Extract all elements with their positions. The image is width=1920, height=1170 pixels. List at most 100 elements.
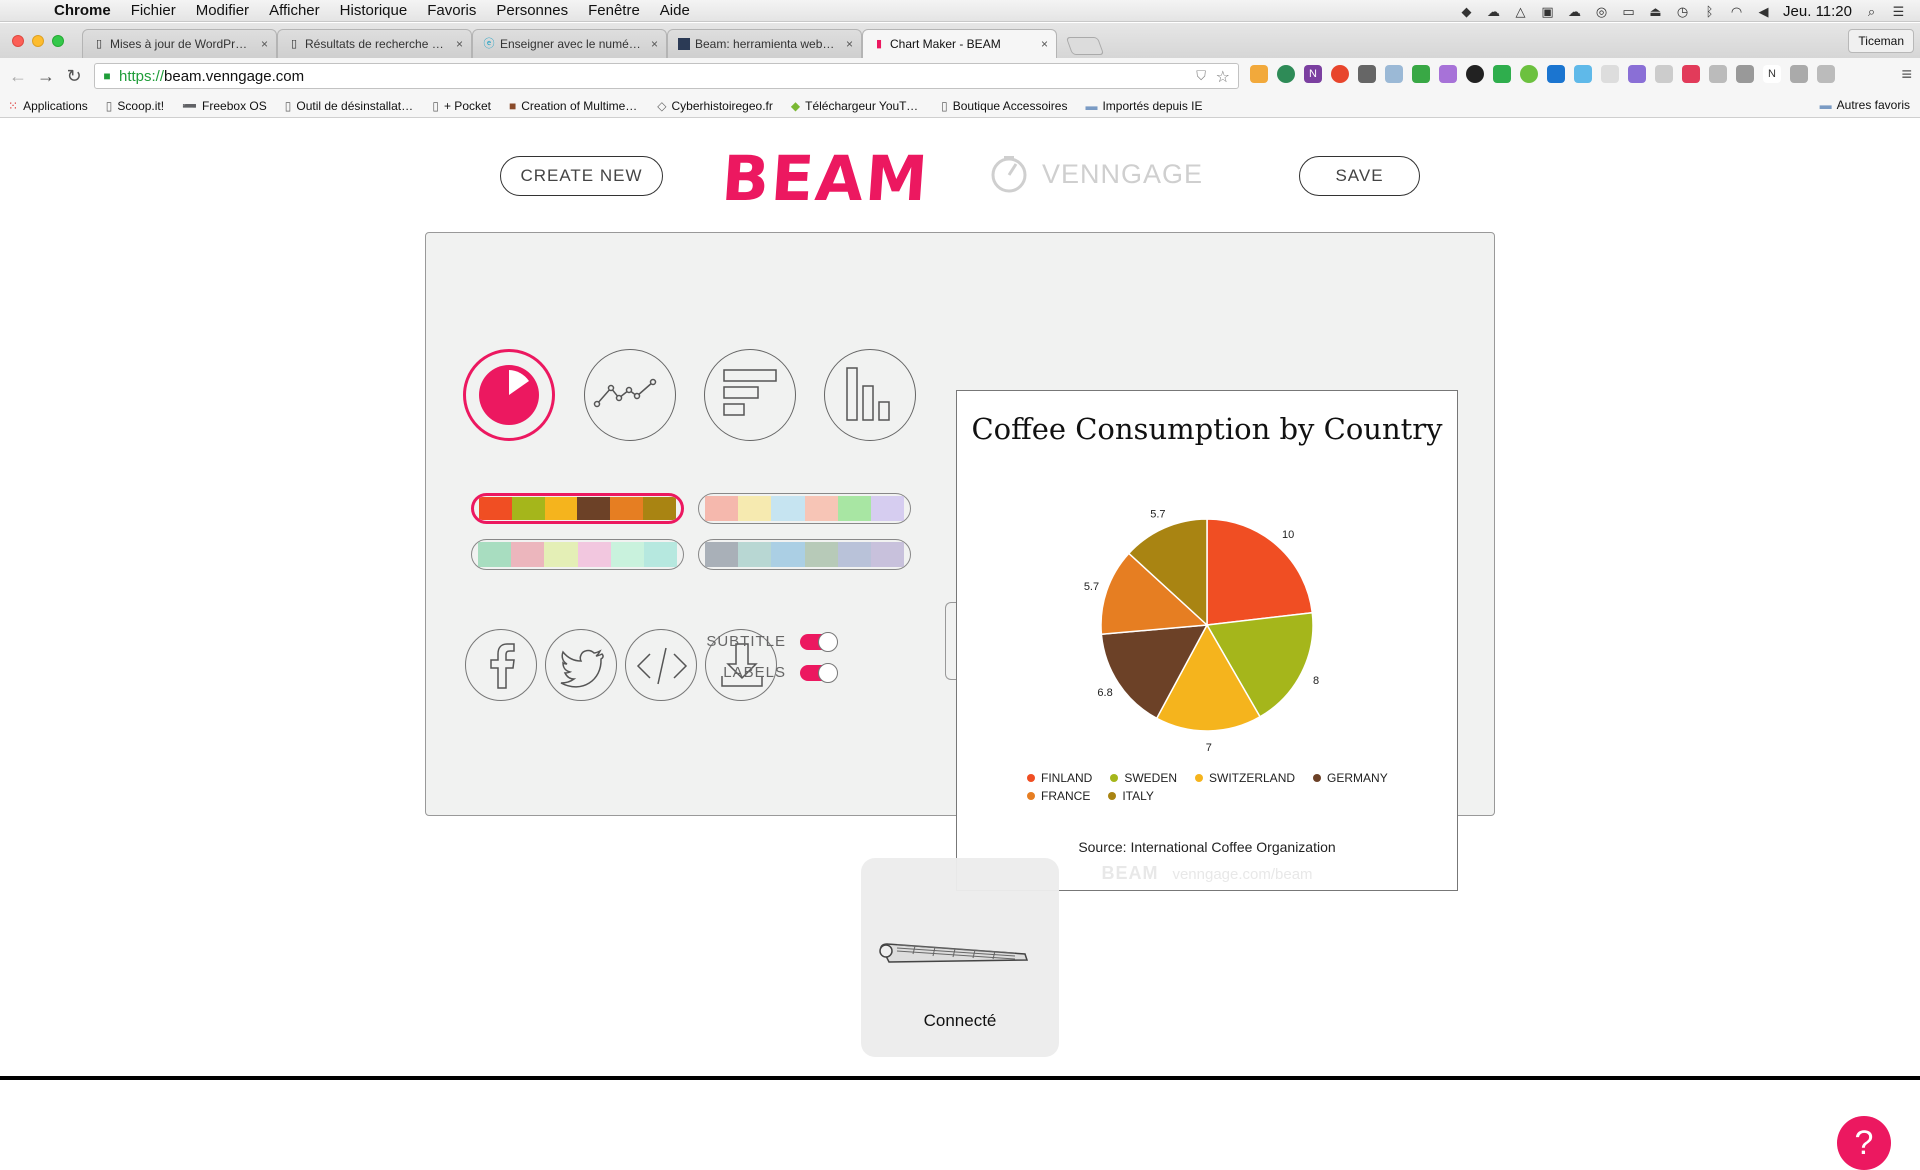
zoom-window-button[interactable]: [52, 35, 64, 47]
menu-fichier[interactable]: Fichier: [121, 2, 186, 19]
shield-icon[interactable]: ⛉: [1196, 68, 1206, 84]
camera-icon[interactable]: [1385, 65, 1403, 83]
menu-favoris[interactable]: Favoris: [417, 2, 486, 19]
vertical-bar-chart-type-button[interactable]: [824, 349, 916, 441]
onenote-icon[interactable]: N: [1304, 65, 1322, 83]
time-machine-icon[interactable]: ◷: [1675, 5, 1690, 18]
close-tab-icon[interactable]: ×: [846, 37, 853, 51]
beam-logo[interactable]: BEAM: [726, 144, 931, 210]
extension-icon[interactable]: [1331, 65, 1349, 83]
new-tab-button[interactable]: [1065, 37, 1105, 55]
spotlight-search-icon[interactable]: ⌕: [1864, 5, 1879, 18]
close-tab-icon[interactable]: ×: [456, 37, 463, 51]
close-tab-icon[interactable]: ×: [261, 37, 268, 51]
color-palette-option[interactable]: [471, 539, 684, 570]
dropbox-icon[interactable]: ◆: [1459, 5, 1474, 18]
notification-center-icon[interactable]: ☰: [1891, 5, 1906, 18]
subtitle-toggle[interactable]: [800, 631, 838, 652]
labels-toggle[interactable]: [800, 662, 838, 683]
reload-icon[interactable]: ↻: [60, 66, 88, 87]
notion-icon[interactable]: N: [1763, 65, 1781, 83]
menu-clock[interactable]: Jeu. 11:20: [1783, 3, 1852, 20]
line-chart-type-button[interactable]: [584, 349, 676, 441]
menu-aide[interactable]: Aide: [650, 2, 700, 19]
forward-arrow-icon[interactable]: →: [32, 66, 60, 87]
rss-icon[interactable]: [1817, 65, 1835, 83]
creative-cloud-icon[interactable]: ☁: [1567, 5, 1582, 18]
volume-icon[interactable]: ◀: [1756, 5, 1771, 18]
close-tab-icon[interactable]: ×: [1041, 37, 1048, 51]
menu-app-name[interactable]: Chrome: [42, 2, 121, 19]
extension-icon[interactable]: [1277, 65, 1295, 83]
bookmark-star-icon[interactable]: ☆: [1216, 67, 1230, 87]
color-palette-option[interactable]: [698, 493, 911, 524]
bookmark-folder[interactable]: ▬ Importés depuis IE: [1077, 99, 1212, 113]
browser-tab[interactable]: ▯ Résultats de recherche pour ×: [277, 29, 472, 58]
bookmark-item[interactable]: ▯ + Pocket: [424, 99, 501, 113]
minimize-window-button[interactable]: [32, 35, 44, 47]
profile-button[interactable]: Ticeman: [1848, 29, 1914, 53]
bookmark-item[interactable]: ▯ Scoop.it!: [98, 99, 174, 113]
menu-historique[interactable]: Historique: [330, 2, 418, 19]
chart-preview[interactable]: Coffee Consumption by Country 10 8 7 6.8 5.7…: [956, 390, 1458, 891]
extension-icon[interactable]: [1709, 65, 1727, 83]
twitter-icon: [560, 649, 604, 688]
gif-icon[interactable]: [1655, 65, 1673, 83]
menu-fenetre[interactable]: Fenêtre: [578, 2, 650, 19]
browser-tab[interactable]: ▯ Mises à jour de WordPress ×: [82, 29, 277, 58]
extension-icon[interactable]: [1574, 65, 1592, 83]
close-window-button[interactable]: [12, 35, 24, 47]
bookmark-item[interactable]: ⁙ Applications: [0, 99, 98, 113]
bookmark-item[interactable]: ▯ Outil de désinstallation: [277, 99, 425, 113]
bookmark-item[interactable]: ▯ Boutique Accessoires: [933, 99, 1077, 113]
extension-icon[interactable]: [1790, 65, 1808, 83]
bookmark-item[interactable]: ◆ Téléchargeur YouTube: [783, 99, 933, 113]
twitter-share-button[interactable]: [545, 629, 617, 701]
extension-icon[interactable]: [1493, 65, 1511, 83]
extension-icon[interactable]: [1250, 65, 1268, 83]
create-new-button[interactable]: CREATE NEW: [500, 156, 663, 196]
color-palette-option[interactable]: [698, 539, 911, 570]
back-arrow-icon[interactable]: ←: [4, 66, 32, 87]
bluetooth-icon[interactable]: ᛒ: [1702, 5, 1717, 18]
bookmark-item[interactable]: ◇ Cyberhistoiregeo.fr: [649, 99, 783, 113]
bookmark-item[interactable]: ➖ Freebox OS: [174, 99, 277, 113]
save-button[interactable]: SAVE: [1299, 156, 1420, 196]
chrome-menu-icon[interactable]: ≡: [1901, 64, 1912, 85]
help-button[interactable]: ?: [1837, 1116, 1891, 1170]
bookmark-item[interactable]: ■ Creation of Multimedia: [501, 99, 649, 113]
browser-tab[interactable]: ⓔ Enseigner avec le numérique ×: [472, 29, 667, 58]
eject-icon[interactable]: ⏏: [1648, 5, 1663, 18]
drive-icon[interactable]: △: [1513, 5, 1528, 18]
extension-icon[interactable]: [1466, 65, 1484, 83]
address-bar[interactable]: ■ https://beam.venngage.com ⛉ ☆: [94, 63, 1239, 89]
screenshot-icon[interactable]: ▣: [1540, 5, 1555, 18]
color-palette-option[interactable]: [471, 493, 684, 524]
cast-icon[interactable]: [1601, 65, 1619, 83]
legend-swatch: [1027, 792, 1035, 800]
cloud-icon[interactable]: ☁: [1486, 5, 1501, 18]
extension-icon[interactable]: [1547, 65, 1565, 83]
extension-icon[interactable]: [1412, 65, 1430, 83]
menu-afficher[interactable]: Afficher: [259, 2, 330, 19]
airplay-icon[interactable]: ▭: [1621, 5, 1636, 18]
close-tab-icon[interactable]: ×: [651, 37, 658, 51]
extension-icon[interactable]: [1520, 65, 1538, 83]
pie-slice-finland[interactable]: [1206, 518, 1314, 626]
extension-icon[interactable]: [1628, 65, 1646, 83]
wifi-icon[interactable]: ◠: [1729, 5, 1744, 18]
drive-icon[interactable]: [1736, 65, 1754, 83]
disk-icon[interactable]: ◎: [1594, 5, 1609, 18]
horizontal-bar-chart-type-button[interactable]: [704, 349, 796, 441]
other-bookmarks[interactable]: ▬ Autres favoris: [1820, 98, 1910, 112]
menu-modifier[interactable]: Modifier: [186, 2, 259, 19]
extension-icon[interactable]: [1682, 65, 1700, 83]
menu-personnes[interactable]: Personnes: [486, 2, 578, 19]
extension-icon[interactable]: [1358, 65, 1376, 83]
browser-tab[interactable]: Beam: herramienta web gratis ×: [667, 29, 862, 58]
pen-icon[interactable]: [1439, 65, 1457, 83]
venngage-logo[interactable]: VENNGAGE: [990, 152, 1203, 196]
facebook-share-button[interactable]: [465, 629, 537, 701]
pie-chart-type-button[interactable]: [463, 349, 555, 441]
browser-tab-active[interactable]: ▮ Chart Maker - BEAM ×: [862, 29, 1057, 58]
